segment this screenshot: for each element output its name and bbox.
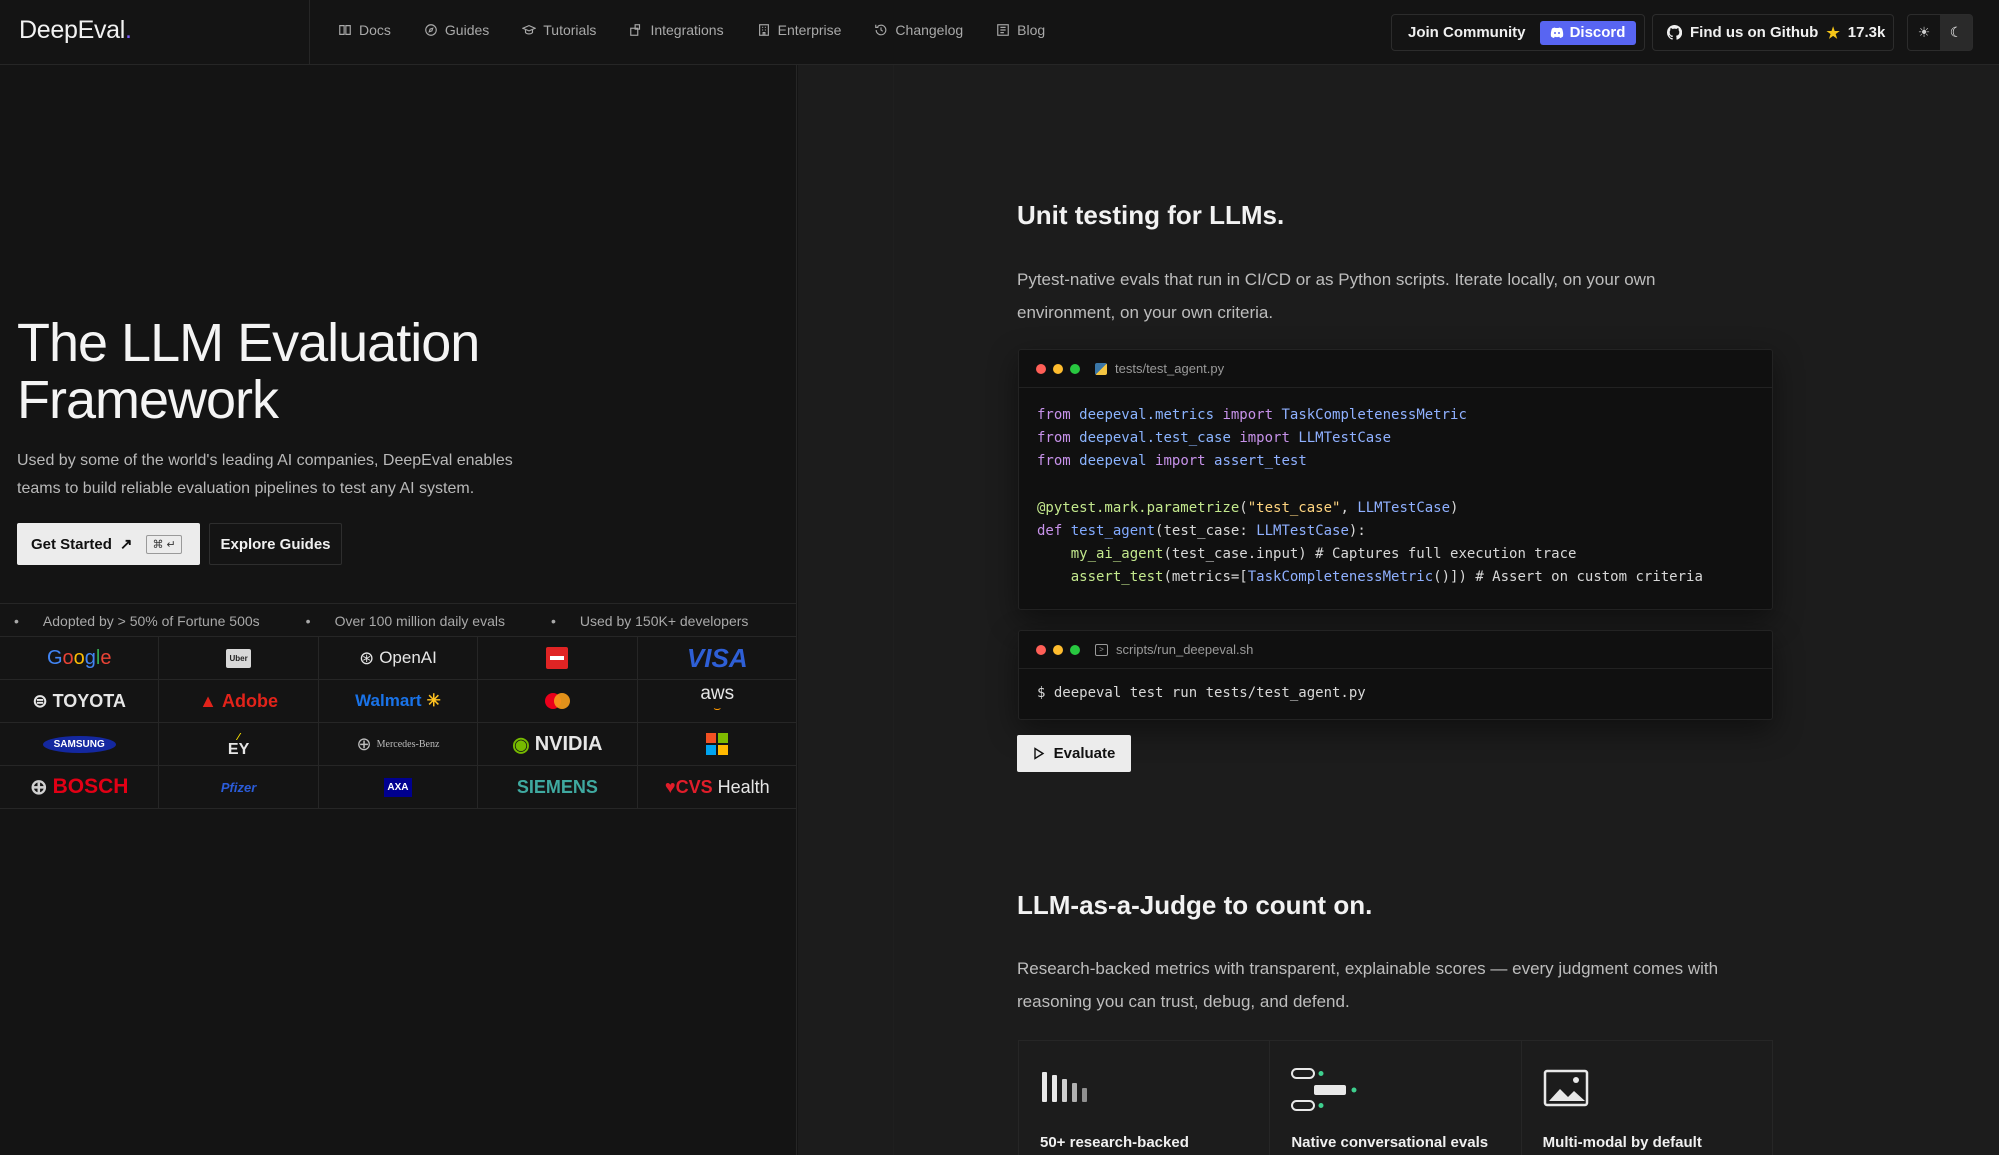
nav-link-docs[interactable]: Docs	[338, 22, 391, 38]
keyboard-shortcut: ⌘ ↵	[146, 534, 182, 554]
feature-card-multimodal[interactable]: Multi-modal by default	[1522, 1041, 1772, 1155]
mastercard-logo	[478, 680, 638, 723]
ticker-item: Adopted by > 50% of Fortune 500s	[42, 613, 260, 629]
bullet-icon: •	[14, 613, 19, 629]
discord-button[interactable]: Discord	[1539, 20, 1636, 45]
right-pane-guide-line	[893, 65, 894, 1155]
star-icon: ★	[1826, 24, 1840, 42]
openai-logo: ⊛ OpenAI	[318, 637, 479, 680]
github-button[interactable]: Find us on Github ★ 17.3k	[1652, 14, 1894, 51]
arrow-up-right-icon: ↗	[119, 536, 133, 553]
bar-metrics-icon	[1042, 1072, 1087, 1102]
graduation-cap-icon	[522, 25, 537, 35]
code-window: tests/test_agent.py from deepeval.metric…	[1018, 349, 1773, 610]
history-icon	[875, 24, 887, 36]
toyota-logo: ⊜ TOYOTA	[0, 680, 160, 723]
maximize-dot-icon	[1070, 363, 1080, 374]
discord-icon	[1550, 27, 1563, 38]
ey-logo: ⁄ EY	[159, 723, 319, 766]
terminal-icon: >	[1095, 643, 1108, 656]
feature-card-metrics[interactable]: 50+ research-backed	[1019, 1041, 1271, 1155]
customer-logo-grid: Google Uber ⊛ OpenAI VISA ⊜ TOYOTA ▲ Adobe …	[0, 637, 797, 809]
mercedes-benz-logo: ⊕ Mercedes-Benz	[318, 723, 479, 766]
deepeval-logo[interactable]: DeepEval.	[19, 16, 132, 45]
ticker-item: Over 100 million daily evals	[334, 613, 505, 629]
theme-toggle: ☀ ☾	[1907, 14, 1973, 51]
github-icon	[1667, 25, 1682, 40]
explore-guides-button[interactable]: Explore Guides	[209, 523, 342, 565]
nav-links: Docs Guides Tutorials Integrations Enter…	[338, 22, 1045, 38]
section-title-llm-judge: LLM-as-a-Judge to count on.	[1017, 890, 1373, 920]
puzzle-icon	[630, 24, 641, 36]
walmart-logo: Walmart ✳	[318, 680, 479, 723]
section-subtitle-unit-testing: Pytest-native evals that run in CI/CD or…	[1017, 270, 1656, 322]
samsung-logo: SAMSUNG	[0, 723, 160, 766]
ticker-item: Used by 150K+ developers	[579, 613, 749, 629]
minimize-dot-icon	[1053, 363, 1063, 374]
bosch-logo: ⊕ BOSCH	[0, 766, 160, 809]
github-star-count: 17.3k	[1847, 24, 1886, 41]
image-icon	[1543, 1069, 1588, 1107]
nav-link-enterprise[interactable]: Enterprise	[757, 22, 841, 38]
axa-logo: AXA	[318, 766, 479, 809]
microsoft-logo	[637, 723, 797, 766]
community-group: Join Community Discord	[1391, 14, 1645, 51]
nav-link-changelog[interactable]: Changelog	[874, 22, 963, 38]
feature-cards: 50+ research-backed Native conversationa…	[1018, 1040, 1773, 1155]
dark-mode-icon[interactable]: ☾	[1940, 15, 1972, 50]
hero-subtitle: Used by some of the world's leading AI c…	[17, 452, 513, 497]
aws-logo: aws ⌣	[637, 680, 797, 723]
adobe-logo: ▲ Adobe	[159, 680, 319, 723]
play-icon	[1033, 747, 1044, 760]
get-started-button[interactable]: Get Started ↗ ⌘ ↵	[17, 523, 200, 565]
pfizer-logo: Pfizer	[159, 766, 319, 809]
shell-command: $ deepeval test run tests/test_agent.py	[1037, 685, 1366, 701]
maximize-dot-icon	[1070, 644, 1080, 655]
top-nav: DeepEval. Docs Guides Tutorials Integrat…	[0, 0, 1999, 65]
nav-link-guides[interactable]: Guides	[424, 22, 489, 38]
shell-filename: scripts/run_deepeval.sh	[1116, 642, 1254, 657]
conversation-icon	[1291, 1068, 1357, 1111]
book-icon	[339, 25, 351, 35]
building-icon	[758, 24, 769, 36]
feature-card-conversational[interactable]: Native conversational evals	[1270, 1041, 1522, 1155]
bullet-icon: •	[550, 613, 556, 629]
light-mode-icon[interactable]: ☀	[1908, 15, 1940, 50]
join-community-link[interactable]: Join Community	[1408, 24, 1526, 41]
bullet-icon: •	[305, 613, 311, 629]
compass-icon	[425, 24, 437, 36]
section-title-unit-testing: Unit testing for LLMs.	[1017, 200, 1285, 230]
section-subtitle-llm-judge: Research-backed metrics with transparent…	[1017, 959, 1719, 1011]
red-brand-logo	[478, 637, 638, 680]
code-window-titlebar: tests/test_agent.py	[1019, 350, 1772, 388]
visa-logo: VISA	[637, 637, 797, 680]
cvs-health-logo: ♥CVS Health	[637, 766, 797, 809]
close-dot-icon	[1036, 644, 1046, 655]
python-file-icon	[1095, 362, 1107, 375]
nvidia-logo: ◉ NVIDIA	[478, 723, 638, 766]
google-logo: Google	[0, 637, 160, 680]
uber-logo: Uber	[159, 637, 319, 680]
siemens-logo: SIEMENS	[478, 766, 638, 809]
nav-link-integrations[interactable]: Integrations	[629, 22, 724, 38]
newspaper-icon	[997, 24, 1009, 36]
code-block: from deepeval.metrics import TaskComplet…	[1037, 407, 1703, 586]
code-filename: tests/test_agent.py	[1115, 361, 1225, 376]
nav-link-tutorials[interactable]: Tutorials	[522, 22, 596, 38]
evaluate-button[interactable]: Evaluate	[1017, 735, 1131, 772]
stats-ticker: • Adopted by > 50% of Fortune 500s • Ove…	[0, 603, 797, 637]
minimize-dot-icon	[1053, 644, 1063, 655]
shell-window: > scripts/run_deepeval.sh $ deepeval test…	[1018, 630, 1773, 720]
shell-window-titlebar: > scripts/run_deepeval.sh	[1019, 631, 1772, 669]
nav-divider	[309, 0, 310, 65]
nav-link-blog[interactable]: Blog	[996, 22, 1045, 38]
close-dot-icon	[1036, 363, 1046, 374]
hero-title: The LLM Evaluation Framework	[17, 313, 480, 430]
